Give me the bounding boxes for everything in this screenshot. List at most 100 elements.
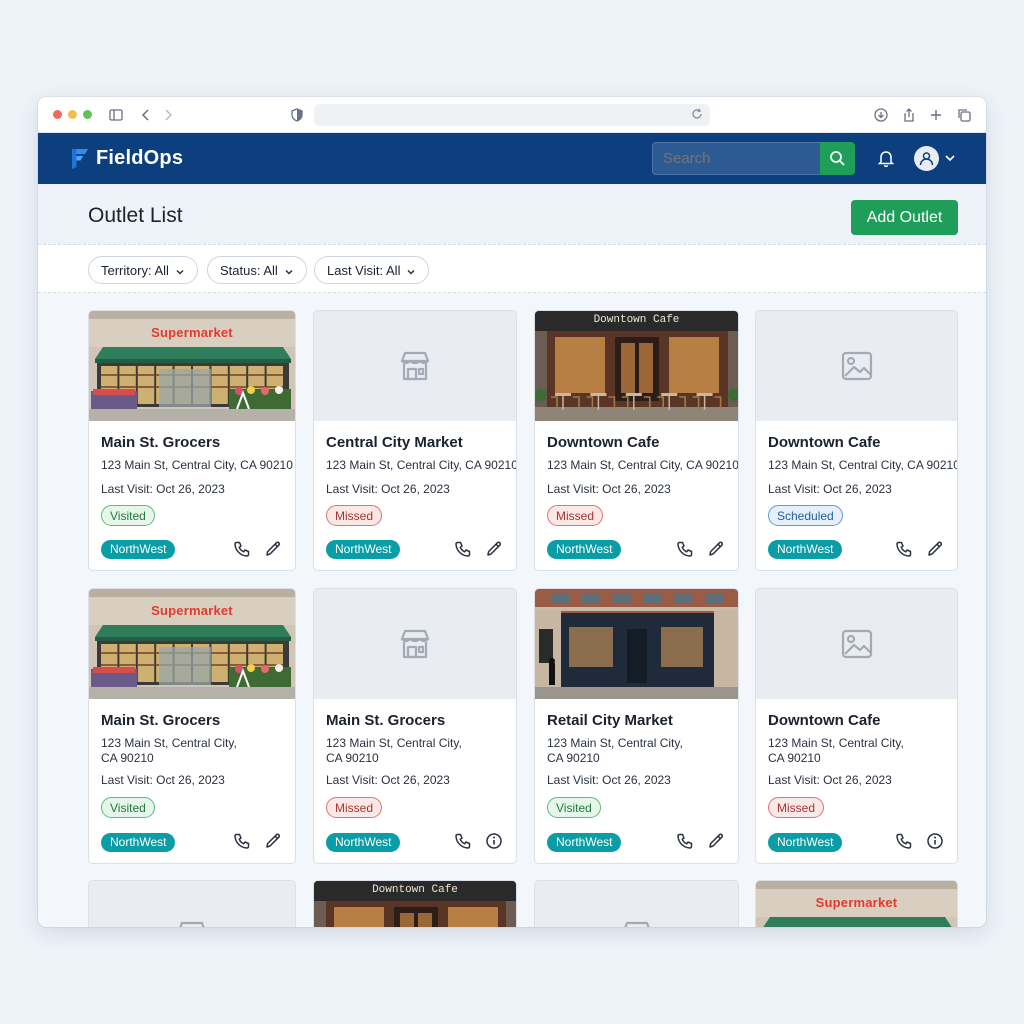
outlet-card[interactable]: Downtown Cafe 123 Main St, Central City, … <box>755 310 958 571</box>
territory-tag: NorthWest <box>768 833 843 852</box>
outlet-address-line: 123 Main St, Central City, CA 90210 <box>547 458 739 472</box>
last-visit-filter-label: Last Visit: All <box>327 263 401 278</box>
tabs-overview-icon[interactable] <box>956 107 972 123</box>
fieldops-logo-icon <box>72 149 88 169</box>
supermarket-sign: Supermarket <box>151 603 233 618</box>
outlet-name[interactable]: Main St. Grocers <box>101 712 220 729</box>
edit-icon[interactable] <box>264 832 282 850</box>
search-button[interactable] <box>820 142 855 175</box>
phone-icon[interactable] <box>454 832 472 850</box>
outlet-name[interactable]: Main St. Grocers <box>101 434 220 451</box>
cafe-sign: Downtown Cafe <box>372 884 458 896</box>
add-outlet-button[interactable]: Add Outlet <box>851 200 958 235</box>
outlet-name[interactable]: Central City Market <box>326 434 463 451</box>
edit-icon[interactable] <box>707 832 725 850</box>
outlet-name[interactable]: Main St. Grocers <box>326 712 445 729</box>
user-icon <box>919 152 934 166</box>
close-window-button[interactable] <box>53 110 62 119</box>
phone-icon[interactable] <box>895 832 913 850</box>
outlet-card[interactable]: Supermarket Main St. Grocers 123 Main St, … <box>88 588 296 864</box>
edit-icon[interactable] <box>926 540 944 558</box>
outlet-address: 123 Main St, Central City, CA 90210 <box>768 458 958 473</box>
reload-icon[interactable] <box>690 107 704 121</box>
outlet-card[interactable]: Supermarket Main St. Grocers 123 Main St, … <box>88 310 296 571</box>
outlet-card[interactable]: Retail City Market 123 Main St, Central C… <box>534 588 739 864</box>
address-bar[interactable] <box>314 104 710 126</box>
supermarket-photo: Supermarket <box>89 311 295 421</box>
info-icon[interactable] <box>926 832 944 850</box>
territory-tag: NorthWest <box>101 833 176 852</box>
outlet-address: 123 Main St, Central City, CA 90210 <box>101 736 237 766</box>
outlet-address-line: CA 90210 <box>101 751 154 765</box>
outlet-address: 123 Main St, Central City, CA 90210 <box>547 736 683 766</box>
user-avatar[interactable] <box>914 146 939 171</box>
phone-icon[interactable] <box>233 832 251 850</box>
cafe-photo: Downtown Cafe <box>535 311 738 421</box>
status-filter[interactable]: Status: All <box>207 256 307 284</box>
edit-icon[interactable] <box>707 540 725 558</box>
outlet-address-line: 123 Main St, Central City, CA 90210 <box>768 458 958 472</box>
territory-tag: NorthWest <box>768 540 843 559</box>
chevron-down-icon[interactable] <box>944 152 956 164</box>
image-placeholder-icon <box>841 629 872 659</box>
status-badge: Scheduled <box>768 505 843 526</box>
edit-icon[interactable] <box>264 540 282 558</box>
store-placeholder-icon <box>623 921 650 927</box>
edit-icon[interactable] <box>485 540 503 558</box>
outlet-name[interactable]: Downtown Cafe <box>768 712 881 729</box>
outlet-name[interactable]: Retail City Market <box>547 712 673 729</box>
phone-icon[interactable] <box>454 540 472 558</box>
territory-tag: NorthWest <box>326 833 401 852</box>
info-icon[interactable] <box>485 832 503 850</box>
image-placeholder-icon <box>841 351 872 381</box>
outlet-name[interactable]: Downtown Cafe <box>547 434 660 451</box>
outlet-card[interactable] <box>534 880 739 927</box>
outlet-card[interactable] <box>88 880 296 927</box>
phone-icon[interactable] <box>676 540 694 558</box>
outlet-grid: Supermarket Main St. Grocers 123 Main St, … <box>38 293 986 927</box>
outlet-address-line: 123 Main St, Central City, CA 90210 <box>101 458 293 472</box>
last-visit-text: Last Visit: Oct 26, 2023 <box>326 773 450 787</box>
forward-icon[interactable] <box>160 107 176 123</box>
storefront-photo <box>535 589 738 699</box>
shield-icon[interactable] <box>289 107 305 123</box>
territory-filter[interactable]: Territory: All <box>88 256 198 284</box>
back-icon[interactable] <box>138 107 154 123</box>
outlet-card[interactable]: Supermarket <box>755 880 958 927</box>
outlet-image <box>535 589 738 699</box>
outlet-card[interactable]: Downtown Cafe <box>313 880 517 927</box>
outlet-card[interactable]: Main St. Grocers 123 Main St, Central Cit… <box>313 588 517 864</box>
status-badge: Visited <box>101 797 155 818</box>
territory-tag: NorthWest <box>547 540 622 559</box>
cafe-photo: Downtown Cafe <box>314 881 516 927</box>
sidebar-toggle-icon[interactable] <box>108 107 124 123</box>
outlet-card[interactable]: Downtown Cafe Downtown Cafe 123 Main St, C… <box>534 310 739 571</box>
minimize-window-button[interactable] <box>68 110 77 119</box>
last-visit-filter[interactable]: Last Visit: All <box>314 256 430 284</box>
last-visit-text: Last Visit: Oct 26, 2023 <box>101 482 225 496</box>
page-title: Outlet List <box>88 204 183 227</box>
outlet-image <box>756 589 957 699</box>
supermarket-sign: Supermarket <box>815 895 898 910</box>
download-icon[interactable] <box>873 107 889 123</box>
outlet-card[interactable]: Downtown Cafe 123 Main St, Central City, C… <box>755 588 958 864</box>
outlet-name[interactable]: Downtown Cafe <box>768 434 881 451</box>
outlet-address-line: CA 90210 <box>768 751 821 765</box>
outlet-address: 123 Main St, Central City, CA 90210 <box>326 458 516 473</box>
app-brand: FieldOps <box>96 147 184 169</box>
new-tab-icon[interactable] <box>928 107 944 123</box>
outlet-image: Downtown Cafe <box>535 311 738 421</box>
outlet-image <box>89 881 295 927</box>
last-visit-text: Last Visit: Oct 26, 2023 <box>101 773 225 787</box>
phone-icon[interactable] <box>676 832 694 850</box>
outlet-card[interactable]: Central City Market 123 Main St, Central … <box>313 310 517 571</box>
phone-icon[interactable] <box>233 540 251 558</box>
maximize-window-button[interactable] <box>83 110 92 119</box>
territory-tag: NorthWest <box>326 540 401 559</box>
notification-bell-icon[interactable] <box>876 148 896 168</box>
phone-icon[interactable] <box>895 540 913 558</box>
share-icon[interactable] <box>901 107 917 123</box>
search-input[interactable] <box>652 142 820 175</box>
outlet-address-line: 123 Main St, Central City, <box>547 736 683 750</box>
filter-bar: Territory: All Status: All Last Visit: A… <box>38 245 986 293</box>
